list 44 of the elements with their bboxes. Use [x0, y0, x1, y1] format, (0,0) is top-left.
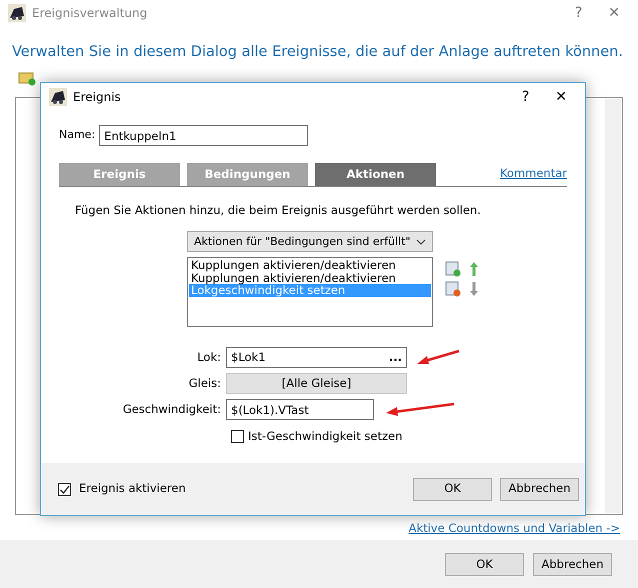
help-button[interactable]: ? — [512, 90, 540, 104]
browse-button[interactable]: ... — [388, 349, 402, 366]
list-item[interactable]: Kupplungen aktivieren/deaktivieren — [189, 259, 431, 272]
help-button[interactable]: ? — [564, 6, 592, 20]
page-heading: Verwalten Sie in diesem Dialog alle Ereignisse, die auf der Anlage auftreten können. — [11, 43, 624, 62]
comment-link[interactable]: Kommentar — [500, 164, 567, 182]
checkbox-label: Ereignis aktivieren — [79, 480, 187, 498]
lok-field[interactable]: $Lok1 ... — [226, 347, 407, 368]
add-row-icon[interactable] — [445, 261, 461, 278]
checkbox-label: Ist-Geschwindigkeit setzen — [248, 428, 402, 446]
lok-value: $Lok1 — [231, 349, 266, 366]
cancel-button[interactable]: Abbrechen — [533, 553, 612, 576]
description-text: Fügen Sie Aktionen hinzu, die beim Ereignis ausgeführt werden sollen. — [75, 202, 482, 219]
name-label: Name: — [59, 127, 96, 144]
app-logo-icon — [8, 4, 26, 22]
track-button[interactable]: [Alle Gleise] — [226, 373, 407, 394]
window-title: Ereignisverwaltung — [32, 4, 148, 22]
arrow-down-icon[interactable] — [469, 281, 479, 298]
cancel-button[interactable]: Abbrechen — [500, 478, 579, 500]
close-button[interactable]: ✕ — [598, 6, 630, 20]
chevron-down-icon — [416, 238, 426, 245]
remove-row-icon[interactable] — [445, 281, 461, 298]
arrow-up-icon[interactable] — [469, 261, 479, 278]
close-button[interactable]: ✕ — [545, 90, 577, 104]
actions-dropdown[interactable]: Aktionen für "Bedingungen sind erfüllt" — [187, 231, 433, 252]
app-logo-icon — [49, 88, 67, 106]
speed-label: Geschwindigkeit: — [122, 401, 222, 418]
checkbox[interactable] — [231, 430, 244, 444]
name-field[interactable]: Entkuppeln1 — [99, 125, 308, 146]
countdowns-link[interactable]: Aktive Countdowns und Variablen -> — [408, 520, 620, 538]
dropdown-value: Aktionen für "Bedingungen sind erfüllt" — [194, 234, 410, 250]
lok-label: Lok: — [196, 349, 222, 366]
speed-field[interactable]: $(Lok1).VTast — [226, 399, 374, 420]
list-item[interactable]: Kupplungen aktivieren/deaktivieren — [189, 272, 431, 284]
ok-button[interactable]: OK — [413, 478, 492, 500]
new-folder-icon[interactable] — [18, 70, 36, 86]
checkbox[interactable] — [58, 482, 71, 496]
tab[interactable]: Aktionen — [315, 163, 436, 186]
gleis-label: Gleis: — [188, 375, 222, 392]
dialog-title: Ereignis — [73, 89, 122, 106]
ok-button[interactable]: OK — [445, 553, 524, 576]
annotation-arrow — [384, 402, 456, 418]
annotation-arrow — [415, 348, 461, 367]
scrollbar[interactable] — [605, 99, 621, 513]
